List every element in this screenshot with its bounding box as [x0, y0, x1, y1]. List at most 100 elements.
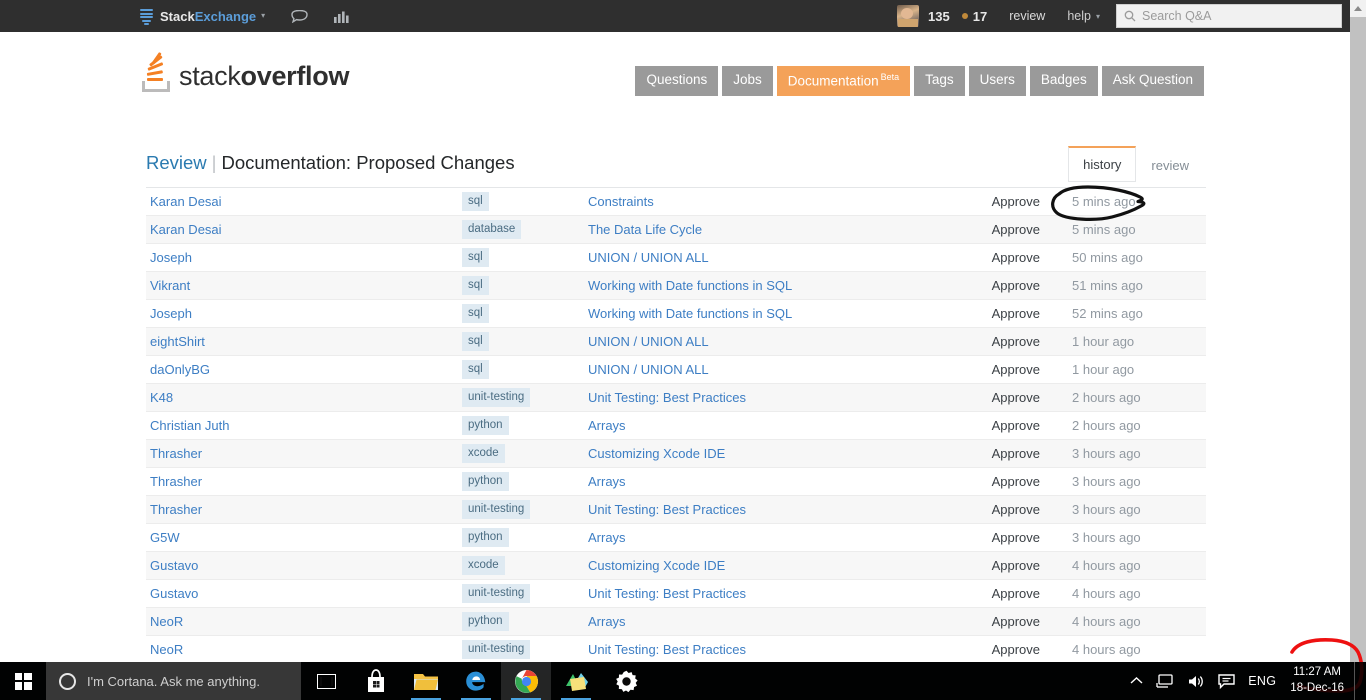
user-link[interactable]: Karan Desai: [150, 194, 222, 209]
inbox-icon[interactable]: [291, 9, 308, 23]
topic-link[interactable]: Working with Date functions in SQL: [588, 278, 792, 293]
tag-badge[interactable]: unit-testing: [462, 583, 531, 604]
topic-link[interactable]: Constraints: [588, 194, 654, 209]
topic-link[interactable]: Unit Testing: Best Practices: [588, 642, 746, 657]
user-link[interactable]: Vikrant: [150, 278, 190, 293]
user-link[interactable]: Gustavo: [150, 586, 198, 601]
file-explorer-button[interactable]: [401, 662, 451, 700]
topic-link[interactable]: Arrays: [588, 530, 626, 545]
reputation-count[interactable]: 135: [928, 9, 950, 24]
tag-badge[interactable]: sql: [462, 331, 489, 352]
tag-badge[interactable]: sql: [462, 359, 489, 380]
tag-badge[interactable]: python: [462, 471, 509, 492]
topic-link[interactable]: The Data Life Cycle: [588, 222, 702, 237]
topic-link[interactable]: Unit Testing: Best Practices: [588, 502, 746, 517]
review-link[interactable]: review: [1009, 9, 1045, 23]
topic-link[interactable]: Arrays: [588, 474, 626, 489]
user-link[interactable]: K48: [150, 390, 173, 405]
clock[interactable]: 11:27 AM 18-Dec-16: [1290, 665, 1344, 696]
topic-link[interactable]: Working with Date functions in SQL: [588, 306, 792, 321]
show-hidden-icons-chevron[interactable]: [1130, 674, 1143, 688]
nav-jobs[interactable]: Jobs: [722, 66, 773, 97]
user-link[interactable]: NeoR: [150, 642, 183, 657]
search-input[interactable]: [1142, 9, 1332, 23]
user-link[interactable]: Joseph: [150, 306, 192, 321]
nav-ask-question[interactable]: Ask Question: [1101, 66, 1204, 97]
language-indicator[interactable]: ENG: [1248, 674, 1276, 688]
row-title-cell: Unit Testing: Best Practices: [588, 502, 934, 517]
topic-link[interactable]: UNION / UNION ALL: [588, 362, 709, 377]
volume-icon[interactable]: [1187, 674, 1205, 689]
help-link[interactable]: help ▾: [1067, 9, 1100, 23]
scrollbar-thumb[interactable]: [1350, 17, 1366, 662]
stackexchange-wordmark[interactable]: StackExchange: [160, 9, 256, 24]
nav-documentation[interactable]: Documentation Beta: [776, 66, 911, 97]
table-row: Thrasher xcode Customizing Xcode IDE Approv…: [146, 440, 1206, 468]
row-user-cell: G5W: [146, 530, 462, 545]
topic-link[interactable]: Customizing Xcode IDE: [588, 558, 725, 573]
topic-link[interactable]: UNION / UNION ALL: [588, 250, 709, 265]
user-link[interactable]: Thrasher: [150, 474, 202, 489]
start-button[interactable]: [0, 662, 46, 700]
tag-badge[interactable]: unit-testing: [462, 639, 531, 660]
page-scrollbar[interactable]: [1350, 0, 1366, 662]
topic-link[interactable]: Unit Testing: Best Practices: [588, 390, 746, 405]
tag-badge[interactable]: sql: [462, 303, 489, 324]
tag-badge[interactable]: database: [462, 219, 522, 240]
tag-badge[interactable]: python: [462, 415, 509, 436]
user-link[interactable]: Thrasher: [150, 446, 202, 461]
photos-button[interactable]: [551, 662, 601, 700]
user-link[interactable]: Christian Juth: [150, 418, 229, 433]
user-link[interactable]: Karan Desai: [150, 222, 222, 237]
tag-badge[interactable]: sql: [462, 247, 489, 268]
tab-history[interactable]: history: [1068, 146, 1137, 182]
search-box[interactable]: [1116, 4, 1342, 28]
action-center-icon[interactable]: [1218, 673, 1235, 689]
microsoft-store-icon: [368, 669, 384, 692]
user-link[interactable]: Thrasher: [150, 502, 202, 517]
user-link[interactable]: G5W: [150, 530, 180, 545]
topic-link[interactable]: Unit Testing: Best Practices: [588, 586, 746, 601]
chevron-down-icon[interactable]: ▾: [261, 11, 265, 20]
cortana-search-box[interactable]: I'm Cortana. Ask me anything.: [46, 662, 301, 700]
row-timestamp: 4 hours ago: [1072, 586, 1141, 601]
network-icon[interactable]: [1156, 673, 1174, 689]
avatar[interactable]: [897, 5, 920, 27]
user-link[interactable]: Gustavo: [150, 558, 198, 573]
tag-badge[interactable]: unit-testing: [462, 499, 531, 520]
microsoft-edge-button[interactable]: [451, 662, 501, 700]
user-link[interactable]: Joseph: [150, 250, 192, 265]
tag-badge[interactable]: python: [462, 611, 509, 632]
stackoverflow-logo-icon: [142, 51, 172, 92]
topic-link[interactable]: UNION / UNION ALL: [588, 334, 709, 349]
settings-button[interactable]: [601, 662, 651, 700]
topic-link[interactable]: Arrays: [588, 614, 626, 629]
user-link[interactable]: NeoR: [150, 614, 183, 629]
badge-count[interactable]: 17: [973, 9, 987, 24]
topic-link[interactable]: Customizing Xcode IDE: [588, 446, 725, 461]
microsoft-store-button[interactable]: [351, 662, 401, 700]
task-view-button[interactable]: [301, 662, 351, 700]
nav-questions[interactable]: Questions: [635, 66, 719, 97]
tag-badge[interactable]: xcode: [462, 555, 505, 576]
tag-badge[interactable]: sql: [462, 191, 489, 212]
nav-users[interactable]: Users: [968, 66, 1026, 97]
nav-badges[interactable]: Badges: [1029, 66, 1098, 97]
tag-badge[interactable]: xcode: [462, 443, 505, 464]
tag-badge[interactable]: python: [462, 527, 509, 548]
stackoverflow-logo[interactable]: stackoverflow: [142, 51, 350, 92]
nav-tags[interactable]: Tags: [914, 66, 965, 97]
breadcrumb-review-link[interactable]: Review: [146, 152, 207, 173]
scrollbar-up-arrow[interactable]: [1350, 0, 1366, 17]
achievements-icon[interactable]: [334, 10, 349, 23]
topic-link[interactable]: Arrays: [588, 418, 626, 433]
show-desktop-button[interactable]: [1354, 662, 1360, 700]
row-action-label: Approve: [991, 334, 1040, 349]
tag-badge[interactable]: unit-testing: [462, 387, 531, 408]
user-link[interactable]: eightShirt: [150, 334, 205, 349]
logo-text-bold: overflow: [240, 61, 350, 91]
user-link[interactable]: daOnlyBG: [150, 362, 210, 377]
tab-review[interactable]: review: [1136, 148, 1204, 182]
tag-badge[interactable]: sql: [462, 275, 489, 296]
google-chrome-button[interactable]: [501, 662, 551, 700]
